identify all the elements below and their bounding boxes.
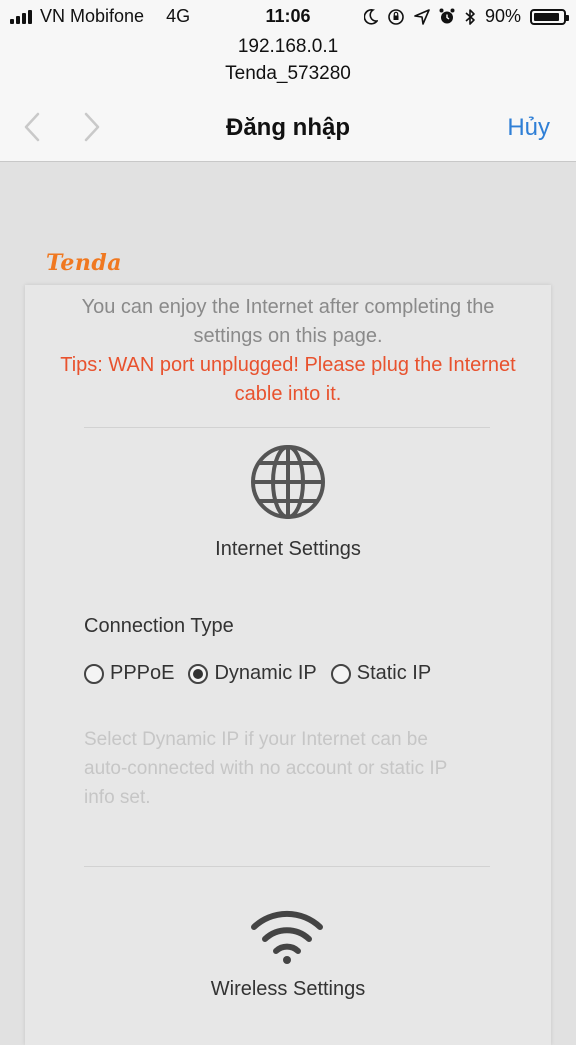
bluetooth-icon: [465, 8, 475, 25]
battery-icon: [530, 8, 569, 25]
connection-type-radio-group: PPPoE Dynamic IP Static IP: [84, 662, 445, 685]
status-right: 90%: [363, 6, 569, 27]
radio-dynamic-ip[interactable]: Dynamic IP: [188, 662, 317, 685]
page-url: 192.168.0.1: [237, 36, 339, 57]
network-name: Tenda_573280: [225, 63, 351, 84]
radio-circle-static-ip[interactable]: [330, 663, 351, 684]
radio-label-pppoe: PPPoE: [110, 662, 175, 684]
divider: [84, 866, 490, 867]
alarm-icon: [439, 8, 455, 24]
connection-help-text: Select Dynamic IP if your Internet can b…: [84, 729, 447, 808]
radio-circle-dynamic-ip[interactable]: [188, 663, 209, 684]
wireless-settings-label: Wireless Settings: [210, 978, 366, 1000]
location-arrow-icon: [414, 8, 430, 25]
divider: [84, 427, 490, 428]
cancel-button[interactable]: Hủy: [507, 114, 550, 142]
login-header: 192.168.0.1 Tenda_573280 Đăng nhập Hủy: [0, 34, 576, 162]
setup-card: You can enjoy the Internet after complet…: [25, 285, 551, 1045]
internet-settings-label: Internet Settings: [215, 538, 361, 560]
battery-level: [534, 12, 559, 21]
connection-type-label: Connection Type: [84, 615, 234, 637]
intro-text: You can enjoy the Internet after complet…: [81, 296, 495, 347]
radio-static-ip[interactable]: Static IP: [330, 662, 432, 685]
radio-label-static-ip: Static IP: [356, 662, 432, 684]
radio-pppoe[interactable]: PPPoE: [84, 662, 174, 685]
radio-label-dynamic-ip: Dynamic IP: [214, 662, 317, 684]
page-title: Đăng nhập: [226, 114, 350, 141]
orientation-lock-icon: [388, 8, 404, 25]
tenda-logo: Tenda: [46, 250, 122, 276]
wan-warning-text: Tips: WAN port unplugged! Please plug th…: [60, 354, 516, 405]
wifi-icon: [251, 910, 323, 964]
globe-icon: [251, 445, 325, 519]
status-bar: VN Mobifone 4G 11:06 90%: [0, 0, 576, 34]
moon-icon: [363, 8, 378, 25]
radio-circle-pppoe[interactable]: [84, 663, 104, 684]
battery-percent: 90%: [484, 6, 521, 26]
